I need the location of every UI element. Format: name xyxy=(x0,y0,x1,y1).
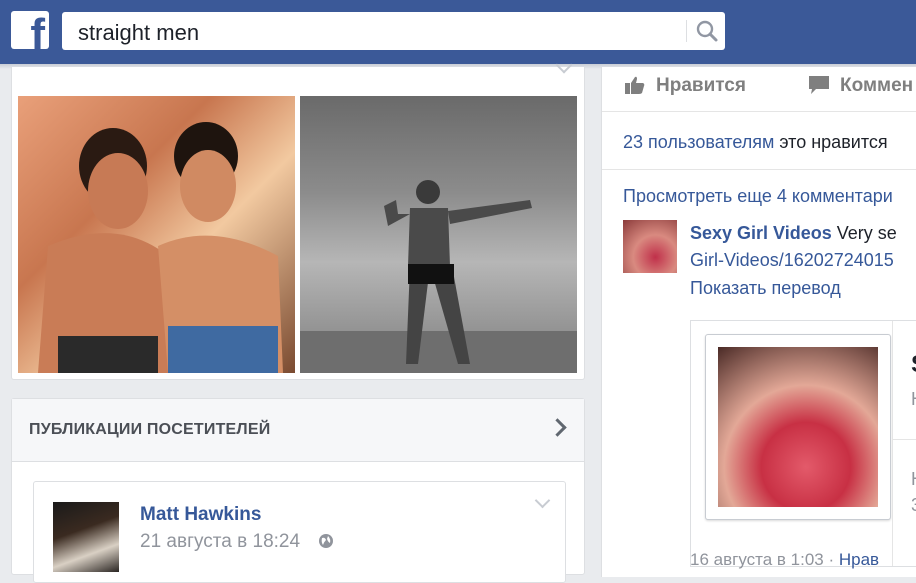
top-bar: f straight men xyxy=(0,0,916,64)
shared-link-thumbnail[interactable] xyxy=(705,334,891,520)
shared-link-card[interactable]: S Н Н 3 xyxy=(690,320,916,567)
like-button[interactable]: Нравится xyxy=(656,75,746,97)
chevron-right-icon[interactable] xyxy=(548,418,567,437)
shared-link-text: Н xyxy=(911,469,916,490)
photo-two-men[interactable] xyxy=(18,96,295,373)
likes-text: это нравится xyxy=(774,132,888,152)
comment-button[interactable]: Коммен xyxy=(840,75,913,97)
visitor-posts-card: ПУБЛИКАЦИИ ПОСЕТИТЕЛЕЙ Matt Hawkins 21 а… xyxy=(11,398,585,583)
divider xyxy=(892,439,916,440)
avatar[interactable] xyxy=(53,502,119,572)
globe-icon xyxy=(319,534,333,548)
comment-meta: 16 августа в 1:03 · Нрав xyxy=(690,550,879,570)
comment-body: Sexy Girl Videos Very se xyxy=(690,223,897,244)
shared-link-text: 3 xyxy=(911,495,916,516)
divider xyxy=(892,321,893,566)
comment-text: Very se xyxy=(831,223,897,243)
search-button[interactable] xyxy=(692,17,722,45)
post-timestamp[interactable]: 21 августа в 18:24 xyxy=(140,531,300,553)
show-translation-link[interactable]: Показать перевод xyxy=(690,278,841,299)
comment-like-link[interactable]: Нрав xyxy=(839,550,879,569)
comment-icon[interactable] xyxy=(808,75,830,95)
photos-card xyxy=(11,56,585,380)
visitor-post: Matt Hawkins 21 августа в 18:24 xyxy=(33,481,566,583)
thumbs-up-icon[interactable] xyxy=(624,75,646,95)
comment-author-link[interactable]: Sexy Girl Videos xyxy=(690,223,832,243)
comment-url-link[interactable]: Girl-Videos/16202724015 xyxy=(690,250,894,271)
visitor-posts-header[interactable]: ПУБЛИКАЦИИ ПОСЕТИТЕЛЕЙ xyxy=(12,399,584,462)
visitor-posts-title: ПУБЛИКАЦИИ ПОСЕТИТЕЛЕЙ xyxy=(29,421,271,438)
post-detail-panel: Нравится Коммен 23 пользователям это нра… xyxy=(601,67,916,577)
search-icon xyxy=(696,20,718,42)
chevron-down-icon[interactable] xyxy=(534,492,551,509)
likes-summary: 23 пользователям это нравится xyxy=(623,132,888,153)
photo-bodybuilder[interactable] xyxy=(300,96,577,373)
search-bar[interactable]: straight men xyxy=(62,12,725,50)
thumbnail-image xyxy=(718,347,878,507)
search-input[interactable]: straight men xyxy=(78,20,199,46)
comment-timestamp[interactable]: 16 августа в 1:03 · xyxy=(690,550,839,569)
shared-link-title[interactable]: S xyxy=(911,351,916,379)
search-separator xyxy=(686,20,687,42)
divider xyxy=(602,169,916,170)
post-author-link[interactable]: Matt Hawkins xyxy=(140,504,261,526)
facebook-logo-icon[interactable]: f xyxy=(11,11,49,49)
action-row: Нравится Коммен xyxy=(602,67,916,112)
avatar[interactable] xyxy=(623,220,677,273)
likes-count-link[interactable]: 23 пользователям xyxy=(623,132,774,152)
shared-link-subtitle: Н xyxy=(911,389,916,410)
view-more-comments-link[interactable]: Просмотреть еще 4 комментари xyxy=(623,186,893,207)
